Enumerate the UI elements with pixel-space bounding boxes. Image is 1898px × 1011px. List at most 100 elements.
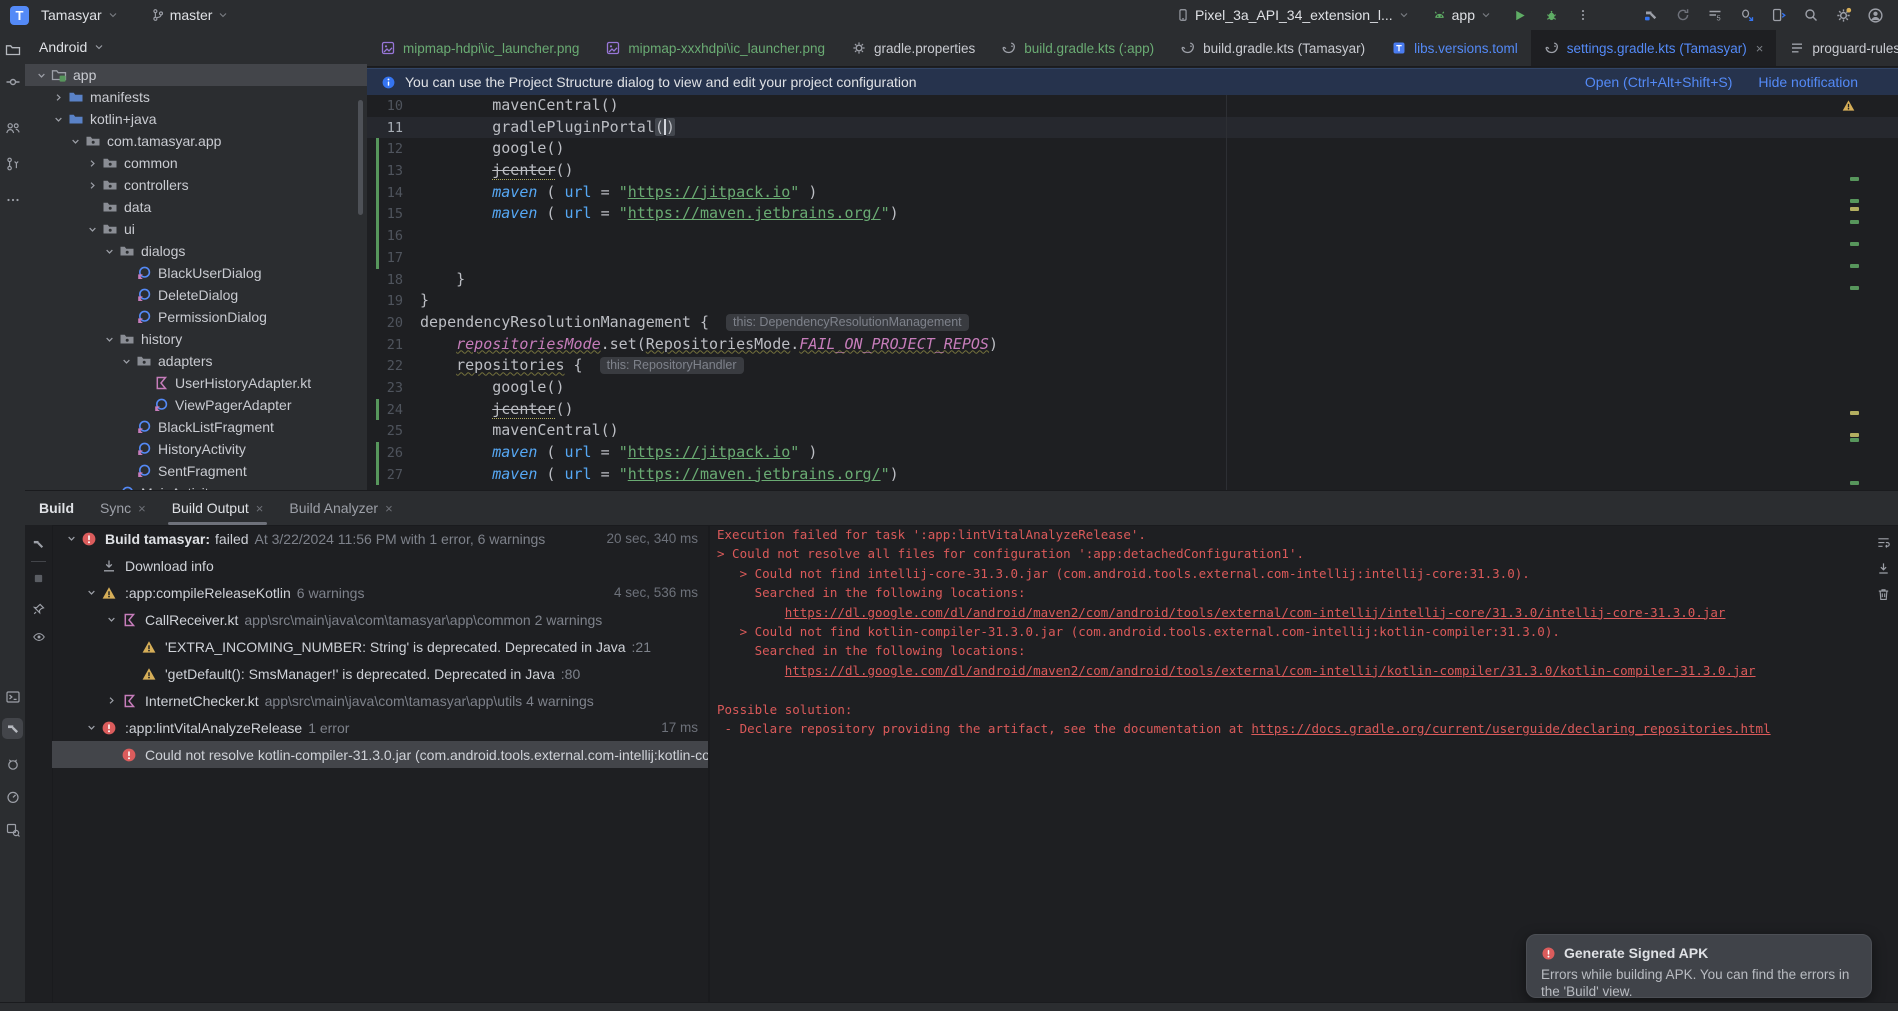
run-button[interactable] — [1508, 4, 1530, 26]
scroll-to-end-icon[interactable] — [1874, 559, 1893, 578]
inspections-widget-icon[interactable] — [1841, 98, 1856, 113]
close-tab-icon[interactable]: × — [1756, 41, 1764, 56]
tree-item-data[interactable]: data — [25, 196, 367, 218]
editor-tab-gradle-properties[interactable]: gradle.properties — [838, 30, 988, 66]
chevron-right-icon[interactable] — [102, 694, 120, 707]
banner-open-link[interactable]: Open (Ctrl+Alt+Shift+S) — [1585, 74, 1732, 90]
code-line-18[interactable]: 18 } — [367, 269, 1898, 291]
code-line-27[interactable]: 27 maven ( url = "https://maven.jetbrain… — [367, 464, 1898, 486]
tree-item-controllers[interactable]: controllers — [25, 174, 367, 196]
chevron-down-icon[interactable] — [84, 221, 101, 237]
profiler-icon[interactable] — [2, 786, 23, 807]
chevron-right-icon[interactable] — [50, 89, 67, 105]
tree-item-com-tamasyar-app[interactable]: com.tamasyar.app — [25, 130, 367, 152]
code-line-12[interactable]: 12 google() — [367, 138, 1898, 160]
editor-tab-settings-gradle-kts-tamasyar-[interactable]: settings.gradle.kts (Tamasyar)× — [1531, 30, 1777, 66]
soft-wrap-icon[interactable] — [1874, 533, 1893, 552]
code-line-21[interactable]: 21 repositoriesMode.set(RepositoriesMode… — [367, 334, 1898, 356]
code-line-15[interactable]: 15 maven ( url = "https://maven.jetbrain… — [367, 203, 1898, 225]
editor-tab-mipmap-xxxhdpi-ic-launcher-png[interactable]: mipmap-xxxhdpi\ic_launcher.png — [592, 30, 838, 66]
chevron-down-icon[interactable] — [67, 133, 84, 149]
build-tree-row-4[interactable]: 'EXTRA_INCOMING_NUMBER: String' is depre… — [52, 633, 708, 660]
more-tools-icon[interactable] — [2, 189, 23, 210]
tree-item-historyactivity[interactable]: HistoryActivity — [25, 438, 367, 460]
tree-item-common[interactable]: common — [25, 152, 367, 174]
code-line-11[interactable]: 11 gradlePluginPortal() — [367, 117, 1898, 139]
terminal-icon[interactable] — [2, 686, 23, 707]
code-line-20[interactable]: 20dependencyResolutionManagement { this:… — [367, 312, 1898, 334]
code-line-14[interactable]: 14 maven ( url = "https://jitpack.io" ) — [367, 182, 1898, 204]
code-line-26[interactable]: 26 maven ( url = "https://jitpack.io" ) — [367, 442, 1898, 464]
chevron-down-icon[interactable] — [102, 613, 120, 626]
project-icon[interactable] — [2, 39, 23, 60]
commit-icon[interactable] — [2, 71, 23, 92]
close-tab-icon[interactable]: × — [385, 501, 393, 516]
code-line-16[interactable]: 16 — [367, 225, 1898, 247]
tree-item-viewpageradapter[interactable]: ViewPagerAdapter — [25, 394, 367, 416]
tree-item-adapters[interactable]: adapters — [25, 350, 367, 372]
code-line-24[interactable]: 24 jcenter() — [367, 399, 1898, 421]
project-tree-scrollbar[interactable] — [358, 100, 363, 215]
build-hammer-icon[interactable] — [1640, 4, 1662, 26]
chevron-down-icon[interactable] — [101, 243, 118, 259]
notification-toast[interactable]: Generate Signed APK Errors while buildin… — [1526, 934, 1872, 998]
tree-item-ui[interactable]: ui — [25, 218, 367, 240]
tree-item-blacklistfragment[interactable]: BlackListFragment — [25, 416, 367, 438]
structure-icon[interactable] — [2, 117, 23, 138]
tree-item-kotlin-java[interactable]: kotlin+java — [25, 108, 367, 130]
device-selector[interactable]: Pixel_3a_API_34_extension_l... — [1170, 4, 1416, 26]
build-tree-row-7[interactable]: :app:lintVitalAnalyzeRelease1 error17 ms — [52, 714, 708, 741]
console-link[interactable]: https://dl.google.com/dl/android/maven2/… — [785, 605, 1726, 620]
chevron-down-icon[interactable] — [50, 111, 67, 127]
tree-item-dialogs[interactable]: dialogs — [25, 240, 367, 262]
profile-icon[interactable] — [1864, 4, 1886, 26]
tree-item-history[interactable]: history — [25, 328, 367, 350]
pull-requests-icon[interactable] — [2, 153, 23, 174]
code-line-17[interactable]: 17 — [367, 247, 1898, 269]
tree-item-sentfragment[interactable]: SentFragment — [25, 460, 367, 482]
build-splitter[interactable] — [708, 525, 710, 1003]
chevron-down-icon[interactable] — [62, 532, 80, 545]
close-tab-icon[interactable]: × — [256, 501, 264, 516]
editor-tab-proguard-rules-pro[interactable]: proguard-rules.pro — [1776, 30, 1898, 66]
tree-item-deletedialog[interactable]: DeleteDialog — [25, 284, 367, 306]
editor-tab-mipmap-hdpi-ic-launcher-png[interactable]: mipmap-hdpi\ic_launcher.png — [367, 30, 592, 66]
code-line-22[interactable]: 22 repositories { this: RepositoryHandle… — [367, 355, 1898, 377]
chevron-down-icon[interactable] — [33, 67, 50, 83]
build-console[interactable]: Execution failed for task ':app:lintVita… — [717, 525, 1870, 1003]
tree-item-mainactivity[interactable]: MainActivity — [25, 482, 367, 490]
code-line-23[interactable]: 23 google() — [367, 377, 1898, 399]
editor-tab-build-gradle-kts-tamasyar-[interactable]: build.gradle.kts (Tamasyar) — [1167, 30, 1378, 66]
tree-item-userhistoryadapter-kt[interactable]: UserHistoryAdapter.kt — [25, 372, 367, 394]
close-tab-icon[interactable]: × — [138, 501, 146, 516]
chevron-right-icon[interactable] — [84, 177, 101, 193]
tree-item-blackuserdialog[interactable]: BlackUserDialog — [25, 262, 367, 284]
build-tree-row-0[interactable]: Build tamasyar:failedAt 3/22/2024 11:56 … — [52, 525, 708, 552]
chevron-down-icon[interactable] — [82, 721, 100, 734]
run-config-selector[interactable]: app — [1426, 4, 1498, 26]
clear-icon[interactable] — [1874, 585, 1893, 604]
build-tab-build-output[interactable]: Build Output× — [172, 491, 264, 525]
pin-icon[interactable] — [29, 599, 48, 618]
preview-icon[interactable] — [29, 627, 48, 646]
project-selector[interactable]: Tamasyar — [35, 4, 125, 26]
project-view-selector[interactable]: Android — [25, 30, 367, 64]
code-line-13[interactable]: 13 jcenter() — [367, 160, 1898, 182]
attach-debugger-icon[interactable] — [1736, 4, 1758, 26]
debug-button[interactable] — [1540, 4, 1562, 26]
build-tree-row-8[interactable]: Could not resolve kotlin-compiler-31.3.0… — [52, 741, 708, 768]
tree-item-permissiondialog[interactable]: PermissionDialog — [25, 306, 367, 328]
build-tab-sync[interactable]: Sync× — [100, 491, 146, 525]
chevron-down-icon[interactable] — [82, 586, 100, 599]
settings-icon[interactable] — [1832, 4, 1854, 26]
logcat-icon[interactable] — [2, 753, 23, 774]
build-tree-row-2[interactable]: :app:compileReleaseKotlin6 warnings4 sec… — [52, 579, 708, 606]
device-manager-icon[interactable] — [1768, 4, 1790, 26]
code-line-25[interactable]: 25 mavenCentral() — [367, 420, 1898, 442]
console-link[interactable]: https://dl.google.com/dl/android/maven2/… — [785, 663, 1756, 678]
build-tree-row-5[interactable]: 'getDefault(): SmsManager!' is deprecate… — [52, 660, 708, 687]
chevron-right-icon[interactable] — [84, 155, 101, 171]
build-tab-build-analyzer[interactable]: Build Analyzer× — [289, 491, 392, 525]
more-actions-icon[interactable] — [1572, 4, 1594, 26]
console-link[interactable]: https://docs.gradle.org/current/userguid… — [1251, 721, 1770, 736]
